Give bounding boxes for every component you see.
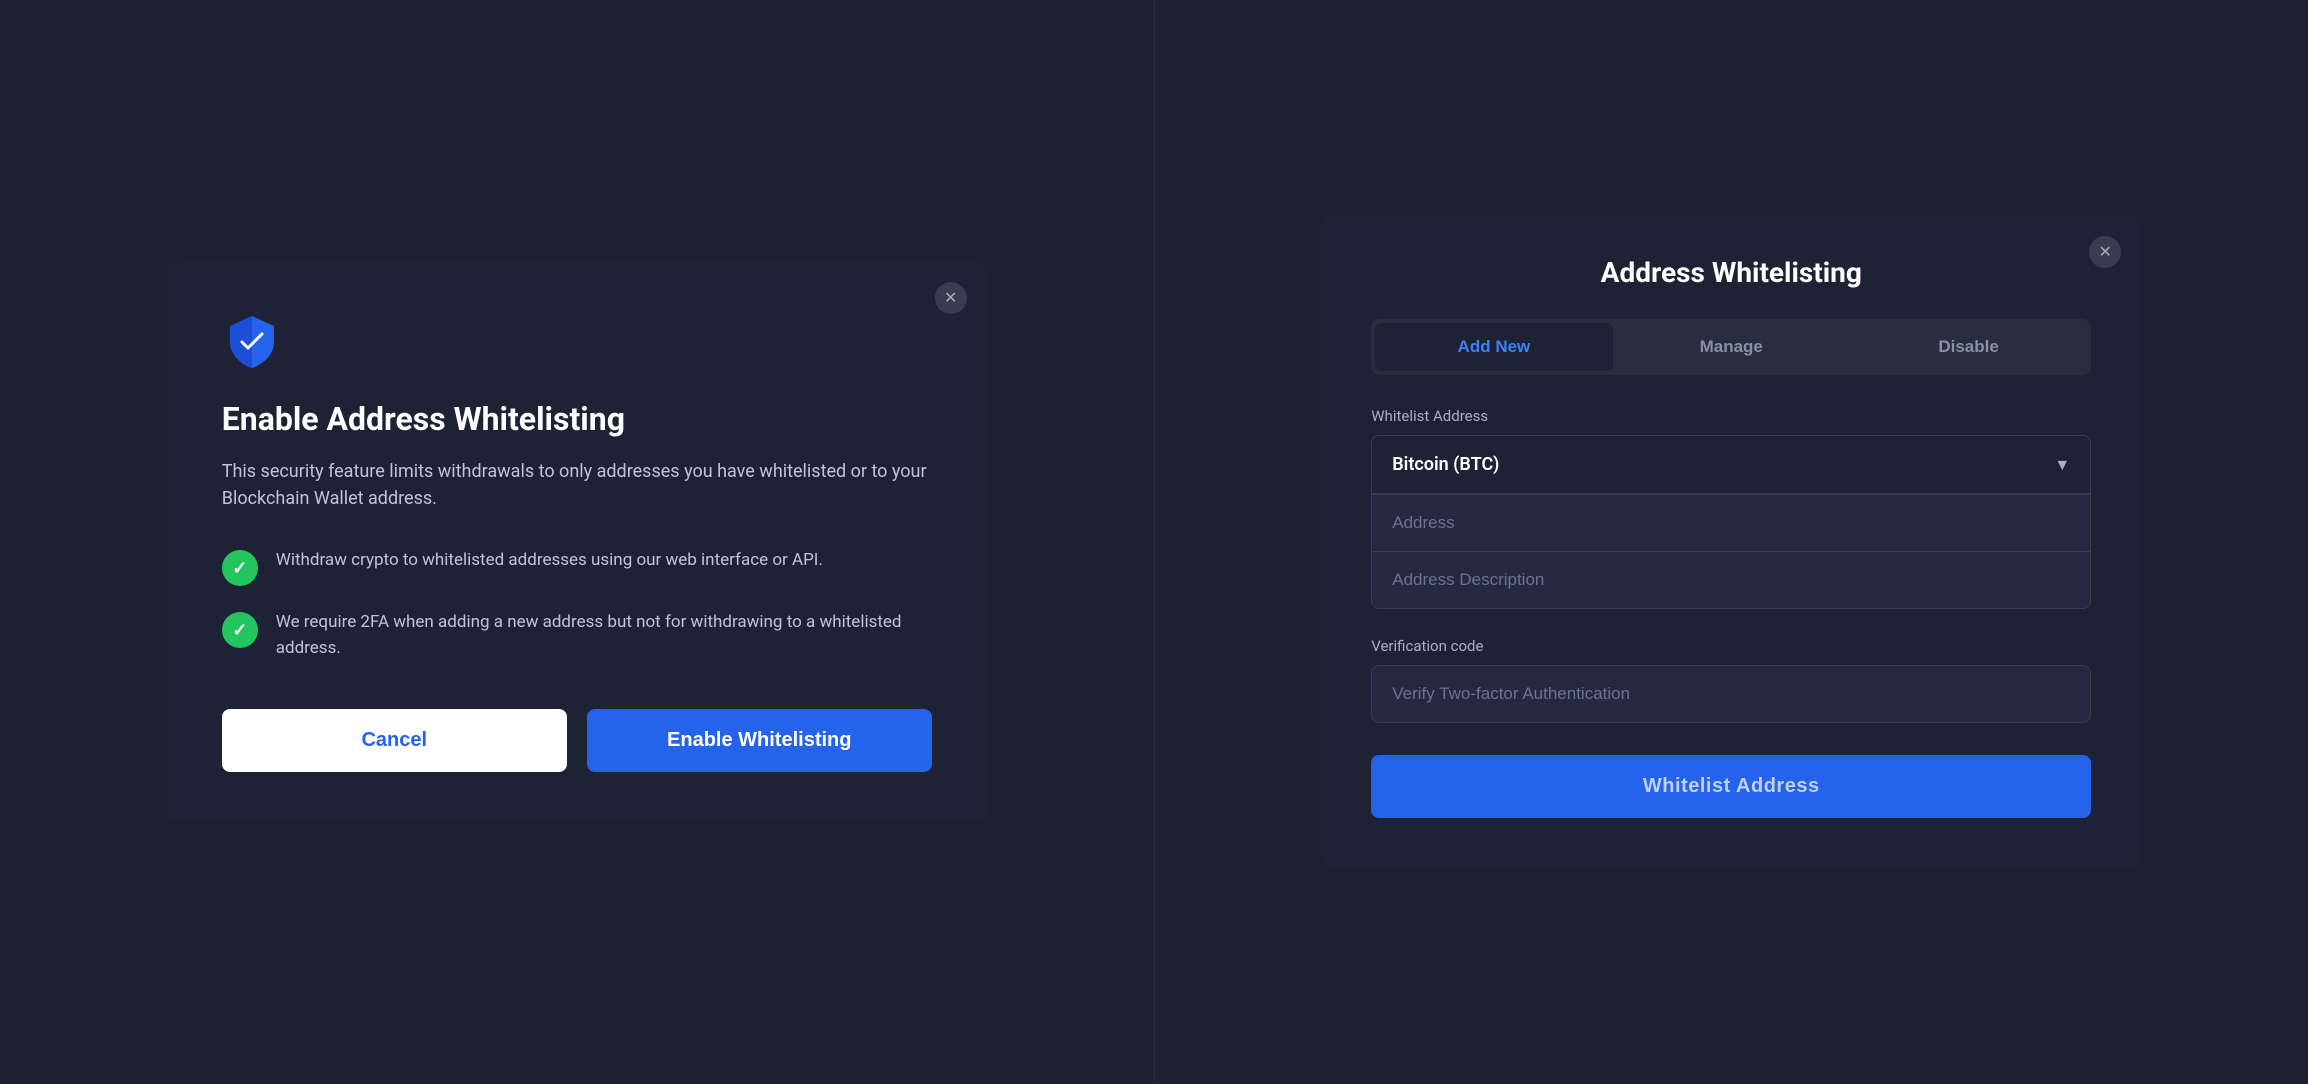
modal-description: This security feature limits withdrawals… [222,458,932,512]
modal-title: Enable Address Whitelisting [222,400,932,438]
modal-right-title: Address Whitelisting [1371,256,2091,289]
tab-manage[interactable]: Manage [1613,323,1850,371]
address-input[interactable] [1372,495,2090,552]
currency-dropdown-container: Bitcoin (BTC) ▼ [1371,435,2091,609]
address-fields-group [1372,494,2090,608]
right-panel: ✕ Address Whitelisting Add New Manage Di… [1155,0,2308,1084]
currency-value: Bitcoin (BTC) [1392,454,1499,475]
tab-add-new[interactable]: Add New [1375,323,1612,371]
whitelist-address-button[interactable]: Whitelist Address [1371,755,2091,818]
address-whitelisting-modal: ✕ Address Whitelisting Add New Manage Di… [1321,216,2141,868]
verification-input[interactable] [1371,665,2091,723]
feature-list: Withdraw crypto to whitelisted addresses… [222,548,932,661]
check-icon-1 [222,550,258,586]
button-row: Cancel Enable Whitelisting [222,709,932,772]
tab-disable[interactable]: Disable [1850,323,2087,371]
verification-label: Verification code [1371,637,2091,655]
shield-icon [222,312,932,376]
enable-whitelisting-button[interactable]: Enable Whitelisting [587,709,932,772]
close-button-right[interactable]: ✕ [2089,236,2121,268]
verification-section: Verification code [1371,637,2091,723]
address-description-input[interactable] [1372,552,2090,608]
check-icon-2 [222,612,258,648]
currency-dropdown[interactable]: Bitcoin (BTC) ▼ [1372,436,2090,494]
enable-whitelisting-modal: ✕ Enable Address Whitelisting This secur… [167,262,987,822]
feature-text-2: We require 2FA when adding a new address… [276,610,932,661]
feature-item-1: Withdraw crypto to whitelisted addresses… [222,548,932,586]
tab-bar: Add New Manage Disable [1371,319,2091,375]
cancel-button[interactable]: Cancel [222,709,567,772]
close-button[interactable]: ✕ [935,282,967,314]
chevron-down-icon: ▼ [2054,455,2070,475]
feature-text-1: Withdraw crypto to whitelisted addresses… [276,548,823,574]
whitelist-address-label: Whitelist Address [1371,407,2091,425]
feature-item-2: We require 2FA when adding a new address… [222,610,932,661]
whitelist-address-section: Whitelist Address Bitcoin (BTC) ▼ [1371,407,2091,609]
left-panel: ✕ Enable Address Whitelisting This secur… [0,0,1155,1084]
